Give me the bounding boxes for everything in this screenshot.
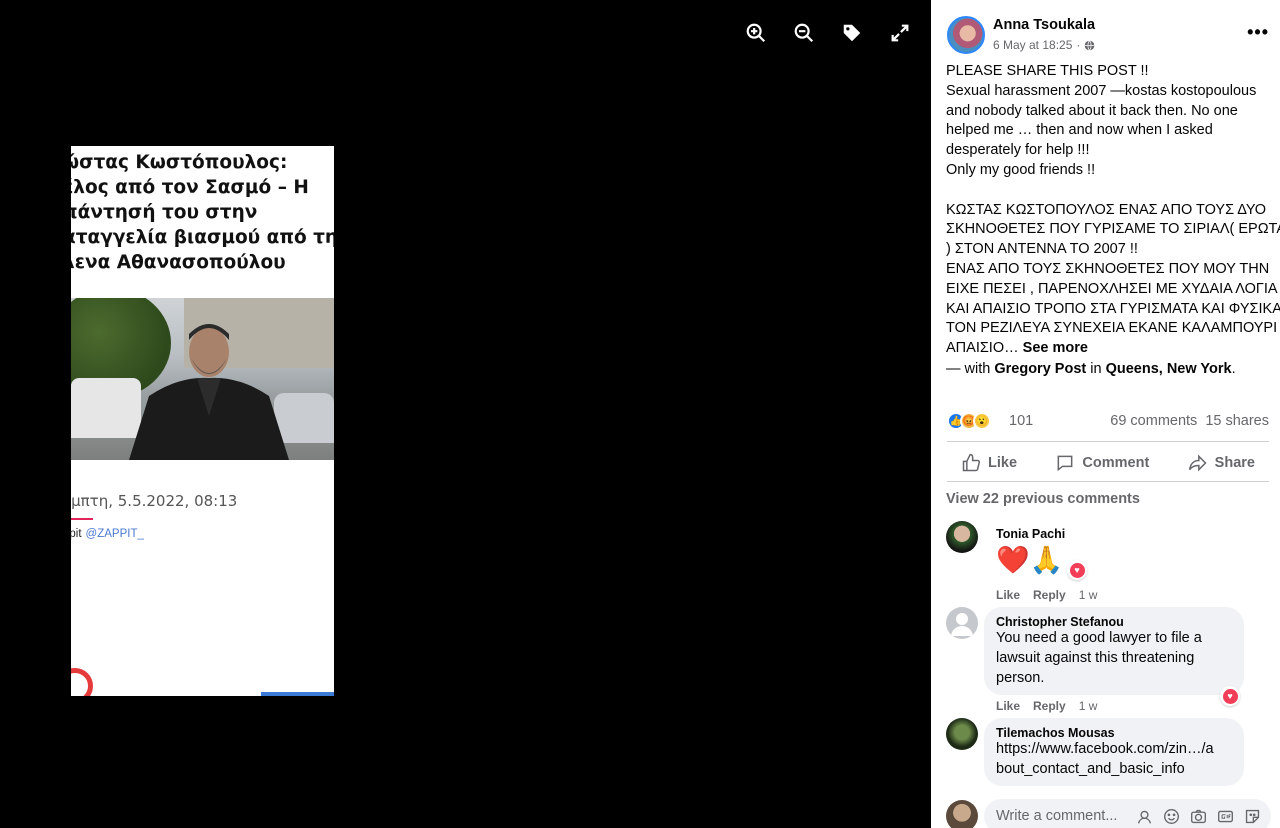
in-word: in [1090,361,1102,377]
zoom-in-icon[interactable] [743,20,769,46]
globe-icon [1085,39,1095,51]
with-prefix: — with [946,361,991,377]
post-header: Anna Tsoukala 6 May at 18:25 · ••• [947,14,1269,56]
post-stats: 👍 😡 😮 101 69 comments 15 shares [947,411,1269,433]
comment-label: Comment [1082,455,1150,471]
location-end: . [1231,361,1236,377]
article-photo [71,298,334,460]
engagement-counts: 69 comments 15 shares [1110,413,1269,429]
comment-item: Christopher Stefanou You need a good law… [946,607,1271,715]
thumbs-up-icon [962,453,981,472]
comment-emoji: ❤️🙏 [996,545,1064,575]
article-date: έμπτη, 5.5.2022, 08:13 [71,492,238,510]
comment-item: Tilemachos Mousas https://www.facebook.c… [946,718,1271,790]
tagged-line: — with Gregory Post in Queens, New York. [946,361,1236,377]
comment-bubble: Christopher Stefanou You need a good law… [984,607,1244,695]
comment-icon [1057,455,1073,472]
man-figure [129,324,289,460]
post-time[interactable]: 6 May at 18:25 [993,38,1072,52]
article-source: ppit @ZAPPIT_ [71,528,144,540]
red-circle-icon [71,668,93,696]
like-label: Like [988,455,1018,471]
heart-icon: ♥ [1222,688,1238,704]
emoji-icon[interactable] [1163,808,1180,825]
blue-bar [261,692,334,696]
share-label: Share [1214,455,1255,471]
source-name: ppit [71,528,82,540]
more-options-button[interactable]: ••• [1247,22,1269,43]
reaction-count[interactable]: 101 [1009,413,1033,429]
comment-reply[interactable]: Reply [1033,588,1066,602]
comment-bubble: Tilemachos Mousas https://www.facebook.c… [984,718,1244,786]
source-handle[interactable]: @ZAPPIT_ [86,528,144,540]
view-previous-comments[interactable]: View 22 previous comments [946,491,1140,507]
commenter-name[interactable]: Tilemachos Mousas [996,726,1232,740]
sticker-icon[interactable] [1244,808,1261,825]
camera-icon[interactable] [1190,808,1207,825]
comment-like[interactable]: Like [996,588,1020,602]
accent-line [71,518,93,520]
wow-reaction-icon: 😮 [973,412,991,430]
commenter-avatar[interactable] [946,718,978,750]
tagged-location[interactable]: Queens, New York [1106,361,1232,377]
comment-input-icons [1136,808,1261,825]
post-panel: Anna Tsoukala 6 May at 18:25 · ••• PLEAS… [931,0,1280,828]
tagged-person[interactable]: Gregory Post [994,361,1086,377]
photo-viewer: ώστας Κωστόπουλος: έλος από τον Σασμό – … [0,0,931,828]
zoom-out-icon[interactable] [791,20,817,46]
post-body: PLEASE SHARE THIS POST !! Sexual harassm… [946,63,1280,357]
share-button[interactable]: Share [1174,445,1269,481]
tag-icon[interactable] [839,20,865,46]
comment-actions: Like Reply 1 w [996,699,1110,713]
comment-reply[interactable]: Reply [1033,699,1066,713]
see-more-link[interactable]: See more [1023,340,1088,356]
author-name[interactable]: Anna Tsoukala [993,17,1095,33]
commenter-avatar[interactable] [946,607,978,639]
heart-reaction-badge[interactable]: ♥ [1220,686,1240,706]
post-text: PLEASE SHARE THIS POST !! Sexual harassm… [946,62,1280,359]
post-photo[interactable]: ώστας Κωστόπουλος: έλος από τον Σασμό – … [71,146,334,696]
meta-dot: · [1076,38,1081,52]
share-icon [1188,454,1207,472]
like-button[interactable]: Like [947,445,1031,481]
write-comment-box [946,797,1271,828]
comments-count[interactable]: 69 comments [1110,413,1197,429]
heart-reaction-badge[interactable]: ♥ [1067,560,1087,580]
post-meta: 6 May at 18:25 · [993,38,1095,52]
commenter-name[interactable]: Tonia Pachi [996,527,1065,541]
avatar-sticker-icon[interactable] [1136,808,1153,825]
fullscreen-icon[interactable] [887,20,913,46]
viewer-toolbar [743,20,913,46]
divider [947,441,1269,442]
comment-item: Tonia Pachi ❤️🙏 ♥ Like Reply 1 w [946,521,1271,605]
shares-count[interactable]: 15 shares [1205,413,1269,429]
comment-like[interactable]: Like [996,699,1020,713]
comment-actions: Like Reply 1 w [996,588,1110,602]
author-avatar[interactable] [947,16,985,54]
gif-icon[interactable] [1217,808,1234,825]
comment-time[interactable]: 1 w [1079,699,1098,713]
comment-button[interactable]: Comment [1041,445,1163,481]
divider [947,481,1269,482]
post-actions: Like Comment Share [947,445,1269,481]
article-headline: ώστας Κωστόπουλος: έλος από τον Σασμό – … [71,152,334,273]
comment-link[interactable]: https://www.facebook.com/zin…/a bout_con… [996,740,1232,780]
reaction-icons[interactable]: 👍 😡 😮 [947,412,991,430]
commenter-avatar[interactable] [946,521,978,553]
comment-time[interactable]: 1 w [1079,588,1098,602]
comment-text: You need a good lawyer to file a lawsuit… [996,630,1202,686]
heart-icon: ♥ [1069,562,1085,578]
commenter-name[interactable]: Christopher Stefanou [996,615,1232,629]
default-avatar-icon [951,613,973,636]
current-user-avatar[interactable] [946,800,978,828]
